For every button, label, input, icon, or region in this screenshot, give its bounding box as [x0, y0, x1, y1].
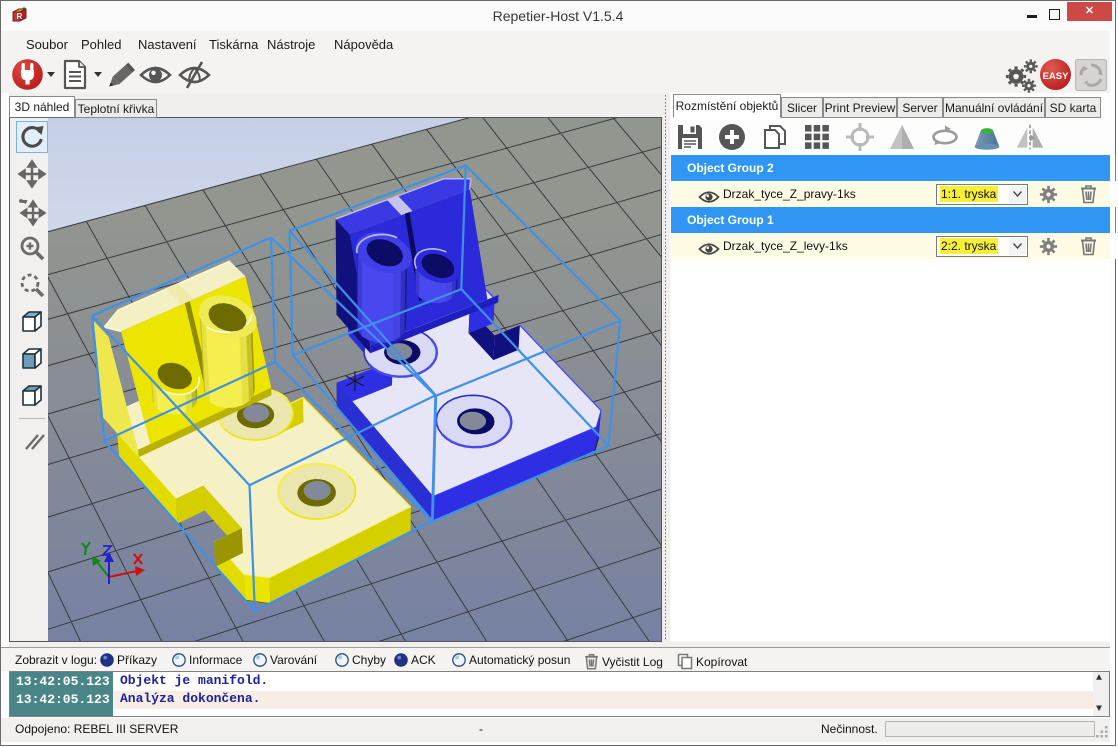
svg-text:EASY: EASY [1043, 71, 1070, 82]
